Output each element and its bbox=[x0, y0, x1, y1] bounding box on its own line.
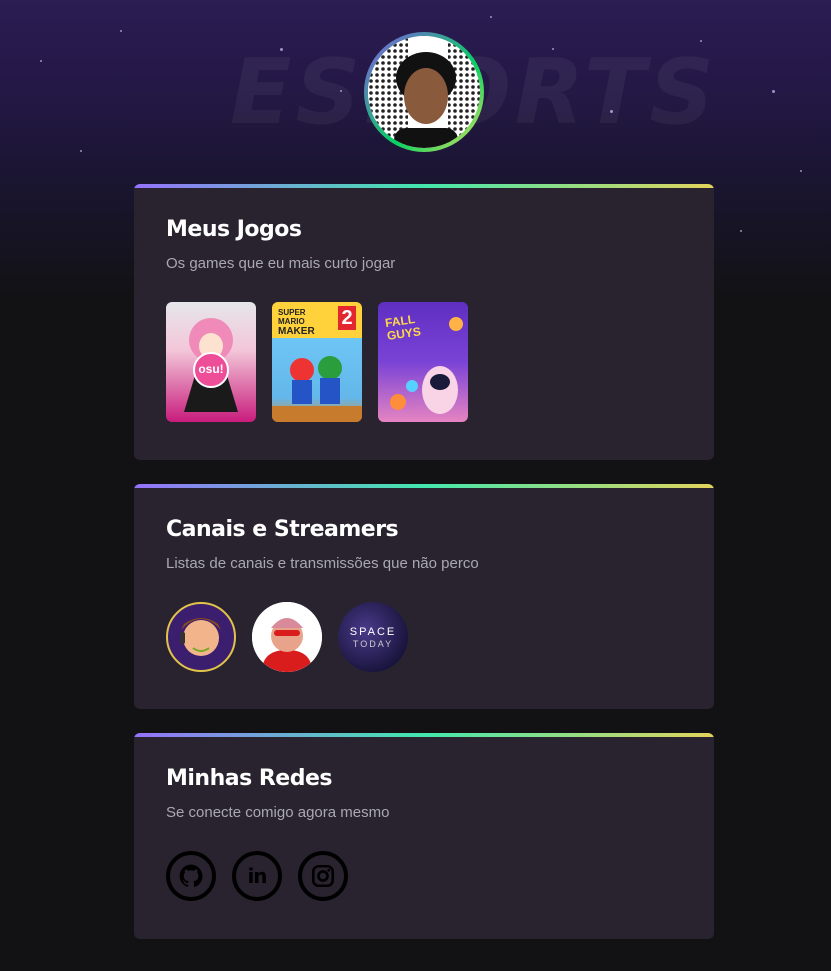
game-card-mario-maker-2[interactable]: SUPER MARIO MAKER 2 bbox=[272, 302, 362, 422]
section-title: Meus Jogos bbox=[166, 217, 302, 242]
linkedin-icon: in bbox=[247, 864, 267, 888]
github-link[interactable] bbox=[166, 851, 216, 901]
channel-avatar-gaules[interactable] bbox=[166, 602, 236, 672]
section-title: Minhas Redes bbox=[166, 766, 332, 791]
osu-logo-text: osu! bbox=[198, 362, 224, 376]
mario-cover-art bbox=[272, 356, 362, 422]
avatar bbox=[368, 36, 480, 148]
game-card-osu[interactable]: osu! bbox=[166, 302, 256, 422]
channel-avatar-streamer[interactable] bbox=[252, 602, 322, 672]
fallguys-cover-art bbox=[390, 317, 463, 414]
channels-section: Canais e Streamers Listas de canais e tr… bbox=[134, 484, 714, 709]
streamer-avatar-art bbox=[252, 602, 322, 672]
space-today-label-2: TODAY bbox=[352, 639, 394, 649]
github-icon bbox=[179, 864, 203, 888]
instagram-icon bbox=[311, 864, 335, 888]
game-card-fall-guys[interactable]: FALL GUYS bbox=[378, 302, 468, 422]
instagram-link[interactable] bbox=[298, 851, 348, 901]
section-title: Canais e Streamers bbox=[166, 517, 399, 542]
channel-avatar-space-today[interactable]: SPACE TODAY bbox=[338, 602, 408, 672]
gaules-avatar-art bbox=[180, 618, 221, 656]
section-subtitle: Os games que eu mais curto jogar bbox=[166, 255, 396, 272]
profile-avatar-ring bbox=[364, 32, 484, 152]
section-subtitle: Listas de canais e transmissões que não … bbox=[166, 555, 479, 572]
section-subtitle: Se conecte comigo agora mesmo bbox=[166, 804, 390, 821]
socials-section: Minhas Redes Se conecte comigo agora mes… bbox=[134, 733, 714, 939]
games-section: Meus Jogos Os games que eu mais curto jo… bbox=[134, 184, 714, 460]
space-today-label: SPACE bbox=[349, 626, 397, 638]
linkedin-link[interactable]: in bbox=[232, 851, 282, 901]
